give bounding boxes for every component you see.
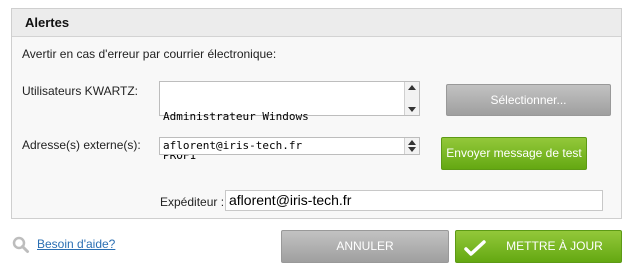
users-textarea[interactable]: Administrateur Windows PROF1: [159, 81, 420, 162]
check-icon: [464, 240, 486, 256]
external-address-label: Adresse(s) externe(s):: [22, 138, 141, 152]
scroll-up-arrow-icon[interactable]: [408, 140, 416, 145]
scroll-down-arrow-icon[interactable]: [408, 107, 416, 112]
search-icon: [12, 236, 29, 253]
panel-title: Alertes: [25, 15, 70, 30]
users-label: Utilisateurs KWARTZ:: [22, 84, 139, 98]
select-users-button[interactable]: Sélectionner...: [446, 84, 611, 116]
sender-label: Expéditeur :: [160, 195, 225, 209]
external-address-value: aflorent@iris-tech.fr: [163, 139, 303, 152]
update-button-label: METTRE À JOUR: [506, 239, 603, 253]
update-button[interactable]: METTRE À JOUR: [455, 230, 622, 263]
sender-input[interactable]: aflorent@iris-tech.fr: [225, 190, 603, 211]
users-list: Administrateur Windows PROF1: [163, 84, 309, 188]
help-link[interactable]: Besoin d'aide?: [37, 237, 115, 251]
users-list-item: Administrateur Windows: [163, 110, 309, 123]
alerts-panel: Alertes Avertir en cas d'erreur par cour…: [11, 8, 622, 219]
panel-header: Alertes: [12, 9, 621, 37]
scroll-up-arrow-icon[interactable]: [408, 85, 416, 90]
alert-description: Avertir en cas d'erreur par courrier éle…: [22, 47, 277, 61]
cancel-button[interactable]: ANNULER: [281, 230, 449, 263]
users-scrollbar[interactable]: [404, 82, 419, 115]
external-address-textarea[interactable]: aflorent@iris-tech.fr: [159, 137, 420, 155]
scroll-down-arrow-icon[interactable]: [408, 147, 416, 152]
external-address-scrollbar[interactable]: [404, 138, 419, 154]
send-test-message-button[interactable]: Envoyer message de test: [441, 137, 587, 170]
